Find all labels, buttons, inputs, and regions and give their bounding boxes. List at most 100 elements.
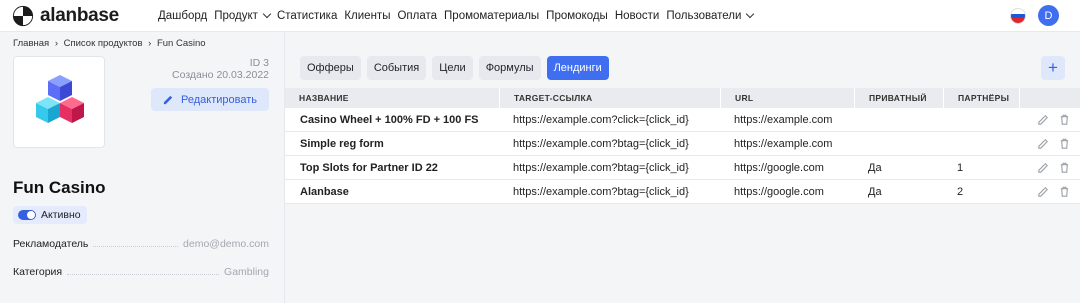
row-actions xyxy=(1037,161,1079,174)
breadcrumb-separator: › xyxy=(54,38,58,49)
pencil-icon[interactable] xyxy=(1037,137,1050,150)
breadcrumb-current: Fun Casino xyxy=(156,38,206,49)
user-avatar[interactable]: D xyxy=(1038,5,1059,26)
nav-label: Промоматериалы xyxy=(444,10,540,22)
nav-item-payment[interactable]: Оплата xyxy=(397,10,437,22)
status-badge[interactable]: Активно xyxy=(13,206,87,224)
cell-name: Simple reg form xyxy=(300,138,384,150)
nav-label: Статистика xyxy=(276,10,338,22)
table-row[interactable]: Alanbase https://example.com?btag={click_… xyxy=(285,180,1080,204)
nav-label: Оплата xyxy=(397,10,438,22)
chevron-down-icon xyxy=(746,9,755,19)
tab-goals[interactable]: Цели xyxy=(432,56,473,80)
nav-item-promo-materials[interactable]: Промоматериалы xyxy=(444,10,539,22)
row-actions xyxy=(1037,113,1079,126)
created-date: Создано 20.03.2022 xyxy=(172,69,269,81)
nav-label: Дашборд xyxy=(158,10,208,22)
nav-item-dashboard[interactable]: Дашборд xyxy=(158,10,207,22)
table-row[interactable]: Casino Wheel + 100% FD + 100 FS https://e… xyxy=(285,108,1080,132)
product-image xyxy=(13,56,105,148)
cell-url: https://example.com xyxy=(734,114,833,126)
cell-partners xyxy=(957,108,1017,132)
edit-button[interactable]: Редактировать xyxy=(151,88,269,111)
cell-url: https://example.com xyxy=(734,138,833,150)
nav-label: Продукт xyxy=(214,10,258,22)
cell-name: Casino Wheel + 100% FD + 100 FS xyxy=(300,114,479,126)
cell-private: Да xyxy=(868,186,882,198)
cell-name: Top Slots for Partner ID 22 xyxy=(300,162,438,174)
ru-flag-icon[interactable] xyxy=(1010,8,1026,24)
table-row[interactable]: Top Slots for Partner ID 22 https://examp… xyxy=(285,156,1080,180)
brand-name: alanbase xyxy=(40,5,119,26)
product-id: ID 3 xyxy=(249,57,269,69)
cell-target-link: https://example.com?btag={click_id} xyxy=(513,162,689,174)
tab-formulas[interactable]: Формулы xyxy=(478,56,541,80)
row-actions xyxy=(1037,137,1079,150)
top-navbar: alanbase Дашборд Продукт Статистика Клие… xyxy=(0,0,1080,32)
column-header-partners[interactable]: ПАРТНЁРЫ xyxy=(944,88,1020,108)
nav-item-users[interactable]: Пользователи xyxy=(666,9,755,22)
trash-icon[interactable] xyxy=(1058,161,1071,174)
nav-label: Пользователи xyxy=(666,10,742,22)
trash-icon[interactable] xyxy=(1058,185,1071,198)
tab-landings[interactable]: Лендинги xyxy=(546,56,609,80)
product-info-panel: ID 3 Создано 20.03.2022 Редактировать Fu… xyxy=(0,50,283,303)
edit-button-label: Редактировать xyxy=(181,93,257,106)
trash-icon[interactable] xyxy=(1058,113,1071,126)
tab-events[interactable]: События xyxy=(366,56,427,80)
status-toggle[interactable] xyxy=(18,210,36,220)
pencil-icon[interactable] xyxy=(1037,113,1050,126)
breadcrumb-home[interactable]: Главная xyxy=(13,38,49,49)
breadcrumb-product-list[interactable]: Список продуктов xyxy=(64,38,143,49)
cell-private xyxy=(868,132,938,156)
add-landing-button[interactable]: + xyxy=(1041,56,1065,80)
field-dots xyxy=(67,274,220,275)
column-header-url[interactable]: URL xyxy=(721,88,855,108)
column-header-target[interactable]: TARGET-ССЫЛКА xyxy=(500,88,721,108)
column-header-name[interactable]: НАЗВАНИЕ xyxy=(285,88,500,108)
pencil-icon[interactable] xyxy=(1037,185,1050,198)
cell-partners: 2 xyxy=(957,186,964,198)
table-header: НАЗВАНИЕ TARGET-ССЫЛКА URL ПРИВАТНЫЙ ПАР… xyxy=(285,88,1080,108)
cell-target-link: https://example.com?btag={click_id} xyxy=(513,186,689,198)
field-label: Категория xyxy=(13,266,63,278)
table-row[interactable]: Simple reg form https://example.com?btag=… xyxy=(285,132,1080,156)
product-title: Fun Casino xyxy=(13,178,106,197)
table-body: Casino Wheel + 100% FD + 100 FS https://e… xyxy=(285,108,1080,204)
pencil-icon[interactable] xyxy=(1037,161,1050,174)
main-nav: Дашборд Продукт Статистика Клиенты Оплат… xyxy=(158,0,760,32)
landings-table: НАЗВАНИЕ TARGET-ССЫЛКА URL ПРИВАТНЫЙ ПАР… xyxy=(285,88,1080,204)
cell-private: Да xyxy=(868,162,882,174)
cell-partners: 1 xyxy=(957,162,964,174)
cell-url: https://google.com xyxy=(734,186,824,198)
cell-url: https://google.com xyxy=(734,162,824,174)
field-label: Рекламодатель xyxy=(13,238,89,250)
nav-item-statistics[interactable]: Статистика xyxy=(277,10,337,22)
cell-private xyxy=(868,108,938,132)
nav-item-promocodes[interactable]: Промокоды xyxy=(546,10,608,22)
pencil-icon xyxy=(163,95,173,105)
product-tabs: Офферы События Цели Формулы Лендинги xyxy=(300,56,615,80)
nav-item-clients[interactable]: Клиенты xyxy=(344,10,390,22)
cubes-icon xyxy=(36,75,84,123)
field-dots xyxy=(93,246,179,247)
field-value: demo@demo.com xyxy=(183,238,269,250)
brand-logo[interactable]: alanbase xyxy=(12,4,119,28)
cell-target-link: https://example.com?click={click_id} xyxy=(513,114,689,126)
field-advertiser: Рекламодатель demo@demo.com xyxy=(13,238,269,250)
tab-offers[interactable]: Офферы xyxy=(300,56,361,80)
cell-partners xyxy=(957,132,1017,156)
nav-item-news[interactable]: Новости xyxy=(615,10,660,22)
column-header-private[interactable]: ПРИВАТНЫЙ xyxy=(855,88,944,108)
status-label: Активно xyxy=(41,209,81,221)
field-category: Категория Gambling xyxy=(13,266,269,278)
chevron-down-icon xyxy=(262,9,272,19)
cell-name: Alanbase xyxy=(300,186,349,198)
cell-target-link: https://example.com?btag={click_id} xyxy=(513,138,689,150)
trash-icon[interactable] xyxy=(1058,137,1071,150)
nav-label: Клиенты xyxy=(344,10,391,22)
nav-label: Новости xyxy=(614,10,660,22)
field-value: Gambling xyxy=(224,266,269,278)
breadcrumb: Главная › Список продуктов › Fun Casino xyxy=(13,38,209,49)
nav-item-product[interactable]: Продукт xyxy=(214,9,272,22)
